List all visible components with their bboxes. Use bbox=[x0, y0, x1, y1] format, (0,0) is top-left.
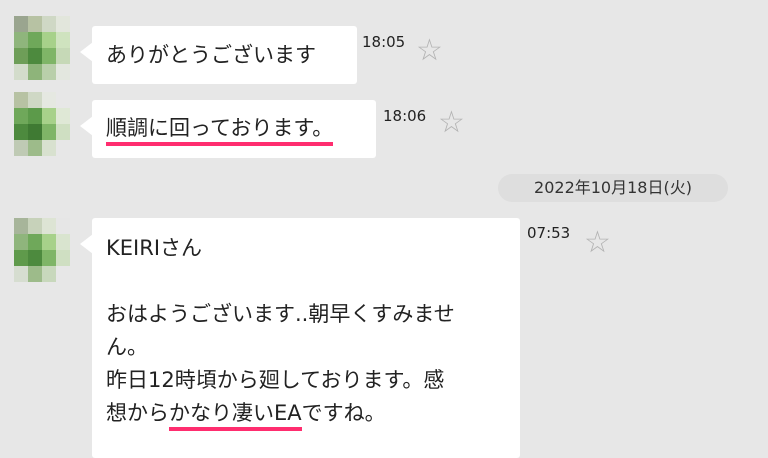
message-line: おはようございます..朝早くすみませ bbox=[106, 302, 455, 326]
highlighted-message-text: 順調に回っております。 bbox=[106, 116, 334, 146]
message-line: ん。 bbox=[106, 335, 148, 359]
message-text: 想から bbox=[106, 401, 169, 425]
message-time: 18:06 bbox=[383, 107, 427, 125]
message-bubble: 順調に回っております。 bbox=[80, 100, 376, 158]
avatar[interactable] bbox=[14, 92, 70, 156]
avatar[interactable] bbox=[14, 16, 70, 80]
message-line: 想からかなり凄いEAですね。 bbox=[106, 397, 520, 431]
star-icon[interactable]: ☆ bbox=[416, 36, 443, 66]
date-separator: 2022年10月18日(火) bbox=[498, 174, 728, 202]
message-time: 18:05 bbox=[362, 33, 406, 51]
message-text: ですね。 bbox=[301, 401, 386, 425]
highlighted-message-text: かなり凄いEA bbox=[169, 401, 302, 431]
star-icon[interactable]: ☆ bbox=[438, 108, 465, 138]
message-time: 07:53 bbox=[527, 224, 571, 242]
message-bubble: ありがとうございます bbox=[80, 26, 357, 84]
message-text: ありがとうございます bbox=[106, 43, 316, 67]
star-icon[interactable]: ☆ bbox=[584, 228, 611, 258]
message-bubble: KEIRIさん おはようございます..朝早くすみませ ん。 昨日12時頃から廻し… bbox=[80, 218, 520, 458]
avatar[interactable] bbox=[14, 218, 70, 282]
message-line: 昨日12時頃から廻しております。感 bbox=[106, 368, 445, 392]
greeting-line: KEIRIさん bbox=[106, 236, 203, 260]
